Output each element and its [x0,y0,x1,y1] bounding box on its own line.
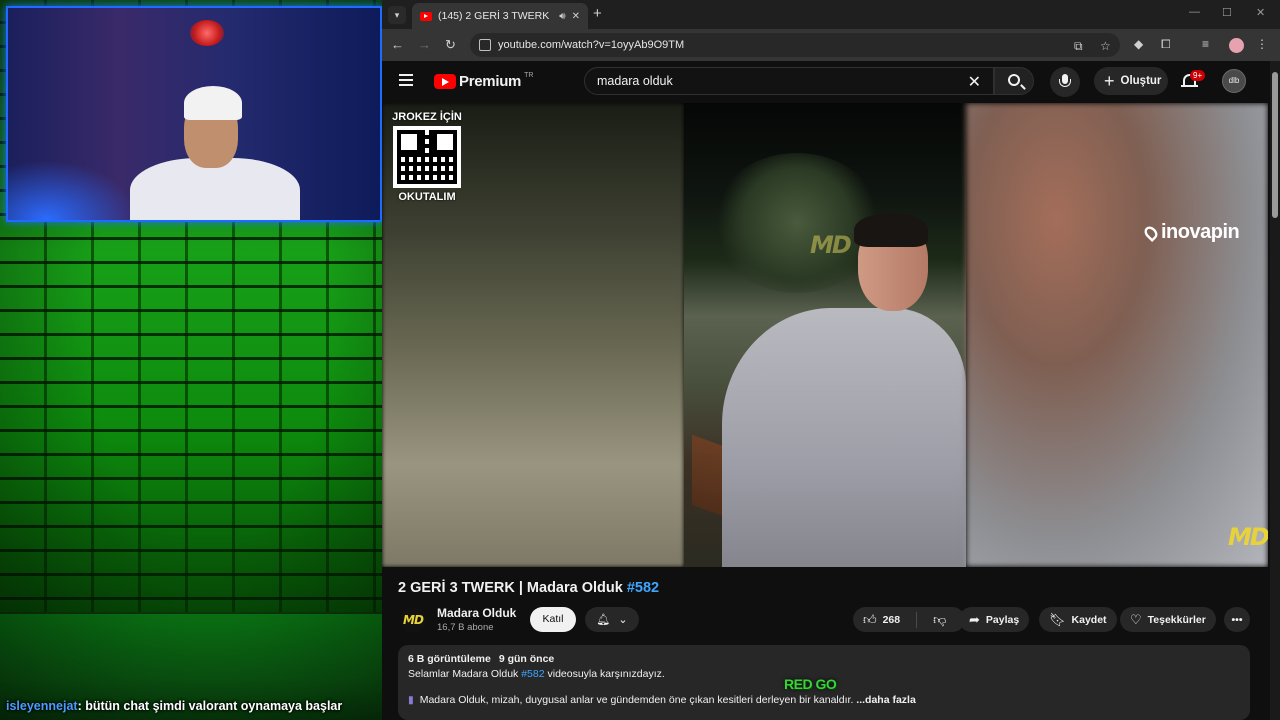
stream-screen: isleyennejat: bütün chat şimdi valorant … [0,0,1280,720]
tab-youtube[interactable]: (145) 2 GERİ 3 TWERK | Madara Olduk 🔊︎ ✕ [412,3,588,29]
reload-button[interactable]: ↻ [445,37,456,53]
description-line-2: ▮ Madara Olduk, mizah, duygusal anlar ve… [408,694,916,706]
location-pin-icon [1141,223,1161,242]
qr-caption-bottom: OKUTALIM [398,191,456,203]
like-count: 268 [882,613,901,626]
show-more-link[interactable]: ...daha fazla [856,694,916,706]
create-label: Oluştur [1120,75,1162,87]
new-tab-button[interactable]: + [593,6,602,22]
channel-watermark-corner: MD [1228,523,1268,551]
share-arrow-icon: ➦ [969,611,980,627]
upload-age: 9 gün önce [498,653,555,665]
bookmark-star-icon[interactable]: ☆ [1100,39,1111,53]
qr-overlay: JROKEZ İÇİN OKUTALIM [388,111,466,203]
join-button[interactable]: Katıl [530,607,576,632]
thanks-button[interactable]: ♡ Teşekkürler [1120,607,1216,632]
channel-watermark: MD [810,231,852,259]
thumbs-down-icon: 👎︎ [933,611,947,627]
youtube-favicon-icon [420,11,432,21]
qr-caption-top: JROKEZ İÇİN [392,111,462,123]
title-hashtag[interactable]: #582 [627,580,659,596]
search-button[interactable] [994,67,1034,95]
logo-text: Premium [459,73,522,90]
video-title: 2 GERİ 3 TWERK | Madara Olduk #582 [398,580,660,596]
browser-window: ▾ (145) 2 GERİ 3 TWERK | Madara Olduk 🔊︎… [382,0,1280,720]
bookmark-icon: 🔖︎ [1049,611,1066,627]
youtube-header: Premium TR madara olduk ✕ + Oluştur 9+ d… [382,61,1280,103]
subscription-bell-button[interactable]: 🔔︎ ⌄ [585,607,639,632]
extensions-puzzle-icon[interactable]: ⧠ [1161,37,1171,51]
thanks-heart-icon: ♡ [1130,611,1142,627]
chat-message: isleyennejat: bütün chat şimdi valorant … [6,699,342,713]
voice-search-button[interactable] [1050,67,1080,97]
tab-title: (145) 2 GERİ 3 TWERK | Madara Olduk [438,10,553,22]
webcam-frame [6,6,382,222]
description-hashtag[interactable]: #582 [521,668,544,680]
notification-count-badge: 9+ [1190,70,1206,81]
view-stats: 6 B görüntüleme 9 gün önce [408,653,1240,665]
site-info-icon[interactable] [479,39,491,51]
forward-button[interactable]: → [418,37,431,53]
like-button[interactable]: 👍︎ 268 [853,607,910,632]
browser-menu-icon[interactable]: ⋮ [1256,37,1268,51]
search-input[interactable]: madara olduk ✕ [584,67,994,95]
qr-code [393,126,461,188]
sponsor-logo: inovapin [1141,221,1240,244]
region-code: TR [524,72,534,79]
share-button[interactable]: ➦ Paylaş [959,607,1030,632]
plus-icon: + [1104,71,1115,91]
channel-name[interactable]: Madara Olduk [437,606,516,620]
clear-search-icon[interactable]: ✕ [968,72,981,92]
browser-profile-avatar[interactable] [1229,38,1244,53]
bell-icon: 🔔︎ [596,614,611,626]
minimize-button[interactable]: — [1189,6,1200,18]
stream-corner-logo: RED GO [784,676,837,692]
speaker-icon[interactable]: 🔊︎ [559,11,565,22]
video-player[interactable]: MD MD inovapin JROKEZ İÇİN OKUTALIM [382,103,1268,567]
tab-search-dropdown[interactable]: ▾ [388,6,406,24]
url-field[interactable]: youtube.com/watch?v=1oyyAb9O9TM ⧉ ☆ [470,33,1120,57]
address-bar-row: ← → ↻ youtube.com/watch?v=1oyyAb9O9TM ⧉ … [382,29,1280,61]
save-button[interactable]: 🔖︎ Kaydet [1039,607,1117,632]
chat-username: isleyennejat [6,699,78,713]
microphone-icon [1059,74,1071,87]
channel-avatar[interactable]: MD [400,607,426,633]
man-hair [854,213,928,247]
chat-text: : bütün chat şimdi valorant oynamaya baş… [77,699,343,713]
media-controls-icon[interactable]: ≡ [1202,37,1209,51]
man-in-sweater [722,308,966,567]
install-app-icon[interactable]: ⧉ [1074,39,1083,54]
extension-diamond-icon[interactable]: ◆ [1134,37,1143,51]
streamer-cap [184,86,242,120]
thumbs-up-icon: 👍︎ [863,611,877,627]
search-query: madara olduk [597,74,673,88]
view-count: 6 B görüntüleme [408,653,491,665]
create-button[interactable]: + Oluştur [1094,67,1168,95]
search-icon [1008,74,1020,86]
channel-badge-icon: ▮ [408,694,414,706]
youtube-play-icon [434,74,456,89]
red-lamp [190,20,224,46]
scrollbar-thumb[interactable] [1272,72,1278,218]
close-window-button[interactable]: ✕ [1256,6,1265,19]
url-text: youtube.com/watch?v=1oyyAb9O9TM [498,39,685,51]
back-button[interactable]: ← [391,37,404,53]
chevron-down-icon: ⌄ [618,614,628,626]
stream-overlay: isleyennejat: bütün chat şimdi valorant … [0,0,382,720]
sponsor-text: inovapin [1161,221,1240,243]
youtube-logo[interactable]: Premium TR [434,72,534,90]
subscriber-count: 16,7 B abone [437,622,494,633]
more-actions-button[interactable]: ••• [1224,607,1250,632]
dislike-button[interactable]: 👎︎ [923,607,956,632]
user-avatar[interactable]: dlb [1222,69,1246,93]
maximize-button[interactable]: ☐ [1222,6,1232,19]
hamburger-menu-icon[interactable] [399,74,413,86]
like-dislike-group: 👍︎ 268 👎︎ [853,607,965,632]
tab-bar: ▾ (145) 2 GERİ 3 TWERK | Madara Olduk 🔊︎… [382,0,1280,29]
tab-close-icon[interactable]: ✕ [572,11,580,22]
